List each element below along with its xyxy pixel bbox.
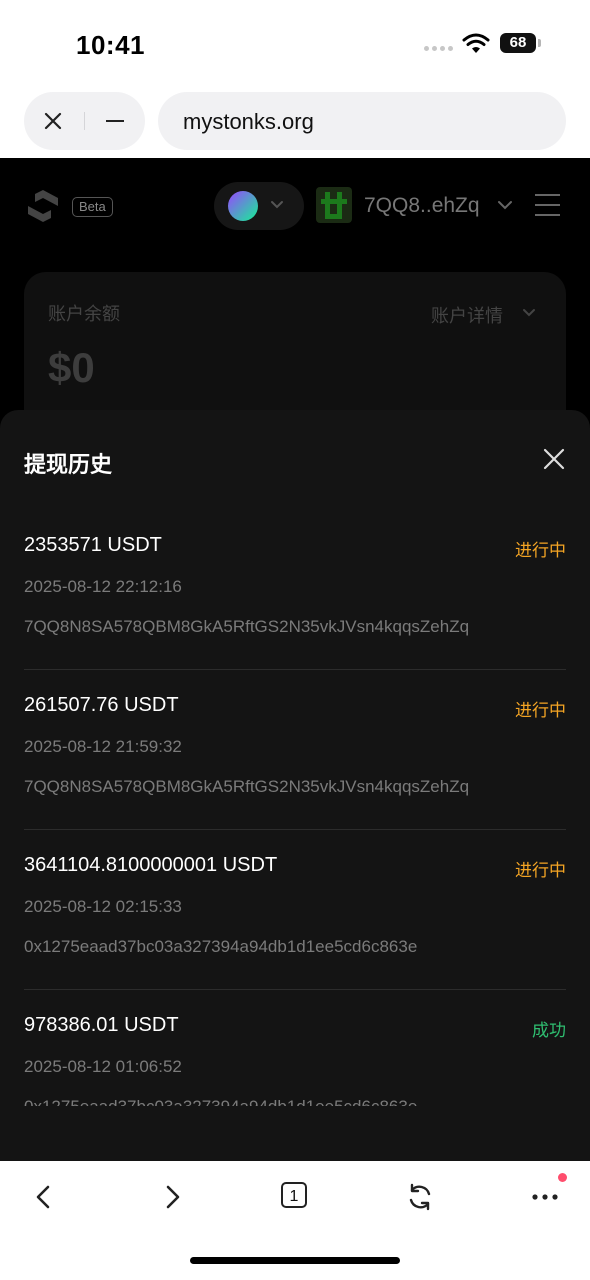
status-badge: 进行中 [515, 541, 566, 560]
close-icon[interactable] [542, 447, 566, 471]
wallet-avatar-icon[interactable] [316, 187, 352, 223]
withdrawal-row[interactable]: 261507.76 USDT 进行中 2025-08-12 21:59:32 7… [24, 670, 566, 830]
withdrawal-date: 2025-08-12 01:06:52 [24, 1057, 182, 1076]
balance-label: 账户余额 [48, 304, 120, 324]
url-field[interactable]: mystonks.org [158, 92, 566, 150]
balance-card: 账户余额 $0 账户详情 [24, 272, 566, 432]
withdrawal-date: 2025-08-12 02:15:33 [24, 897, 182, 916]
withdrawal-amount: 978386.01 USDT [24, 1014, 179, 1036]
forward-icon[interactable] [156, 1181, 188, 1213]
notification-dot [558, 1173, 567, 1182]
more-icon[interactable] [529, 1181, 561, 1213]
sheet-title: 提现历史 [24, 452, 113, 477]
chevron-down-icon [271, 201, 283, 209]
account-details-link[interactable]: 账户详情 [431, 302, 503, 328]
signal-icon [424, 46, 453, 51]
menu-icon[interactable] [535, 194, 560, 216]
wallet-address-label[interactable]: 7QQ8..ehZq [364, 194, 480, 218]
withdrawal-history-sheet: 提现历史 2353571 USDT 进行中 2025-08-12 22:12:1… [0, 410, 590, 1161]
withdrawal-date: 2025-08-12 21:59:32 [24, 737, 182, 756]
balance-value: $0 [48, 344, 95, 391]
close-icon[interactable] [42, 110, 64, 132]
battery-indicator: 68 [500, 33, 536, 53]
chevron-down-icon[interactable] [497, 198, 513, 212]
url-text: mystonks.org [183, 109, 314, 134]
app-page: Beta 7QQ8..ehZq 账户余额 $0 账户详情 [0, 158, 590, 432]
home-indicator [190, 1257, 400, 1264]
withdrawal-address: 0x1275eaad37bc03a327394a94db1d1ee5cd6c86… [24, 1097, 417, 1106]
withdrawal-row[interactable]: 2353571 USDT 进行中 2025-08-12 22:12:16 7QQ… [24, 510, 566, 670]
back-icon[interactable] [28, 1181, 60, 1213]
withdrawal-amount: 3641104.8100000001 USDT [24, 854, 278, 876]
status-badge: 进行中 [515, 861, 566, 880]
battery-nub [538, 39, 541, 47]
status-bar: 10:41 68 [0, 0, 590, 88]
withdrawal-amount: 261507.76 USDT [24, 694, 179, 716]
tabs-icon[interactable]: 1 [281, 1182, 307, 1208]
beta-badge: Beta [72, 197, 113, 217]
withdrawal-amount: 2353571 USDT [24, 534, 162, 556]
refresh-icon[interactable] [404, 1181, 436, 1213]
withdrawal-address: 7QQ8N8SA578QBM8GkA5RftGS2N35vkJVsn4kqqsZ… [24, 777, 470, 796]
status-badge: 成功 [532, 1021, 566, 1040]
status-time: 10:41 [76, 30, 145, 60]
logo-icon [28, 190, 58, 222]
withdrawal-address: 0x1275eaad37bc03a327394a94db1d1ee5cd6c86… [24, 937, 418, 956]
chain-selector-button[interactable] [214, 182, 304, 230]
minus-icon[interactable] [106, 120, 124, 122]
chevron-down-icon[interactable] [522, 307, 536, 319]
status-badge: 进行中 [515, 701, 566, 720]
withdrawal-row[interactable]: 3641104.8100000001 USDT 进行中 2025-08-12 0… [24, 830, 566, 990]
withdrawal-address: 7QQ8N8SA578QBM8GkA5RftGS2N35vkJVsn4kqqsZ… [24, 617, 470, 636]
withdrawal-list: 2353571 USDT 进行中 2025-08-12 22:12:16 7QQ… [24, 510, 566, 1106]
withdrawal-date: 2025-08-12 22:12:16 [24, 577, 182, 596]
browser-address-bar: mystonks.org [0, 88, 590, 158]
divider [84, 112, 85, 130]
withdrawal-row[interactable]: 978386.01 USDT 成功 2025-08-12 01:06:52 0x… [24, 990, 566, 1106]
browser-controls [24, 92, 145, 150]
browser-toolbar: 1 [0, 1161, 590, 1280]
solana-icon [228, 191, 258, 221]
wifi-icon [462, 33, 490, 53]
